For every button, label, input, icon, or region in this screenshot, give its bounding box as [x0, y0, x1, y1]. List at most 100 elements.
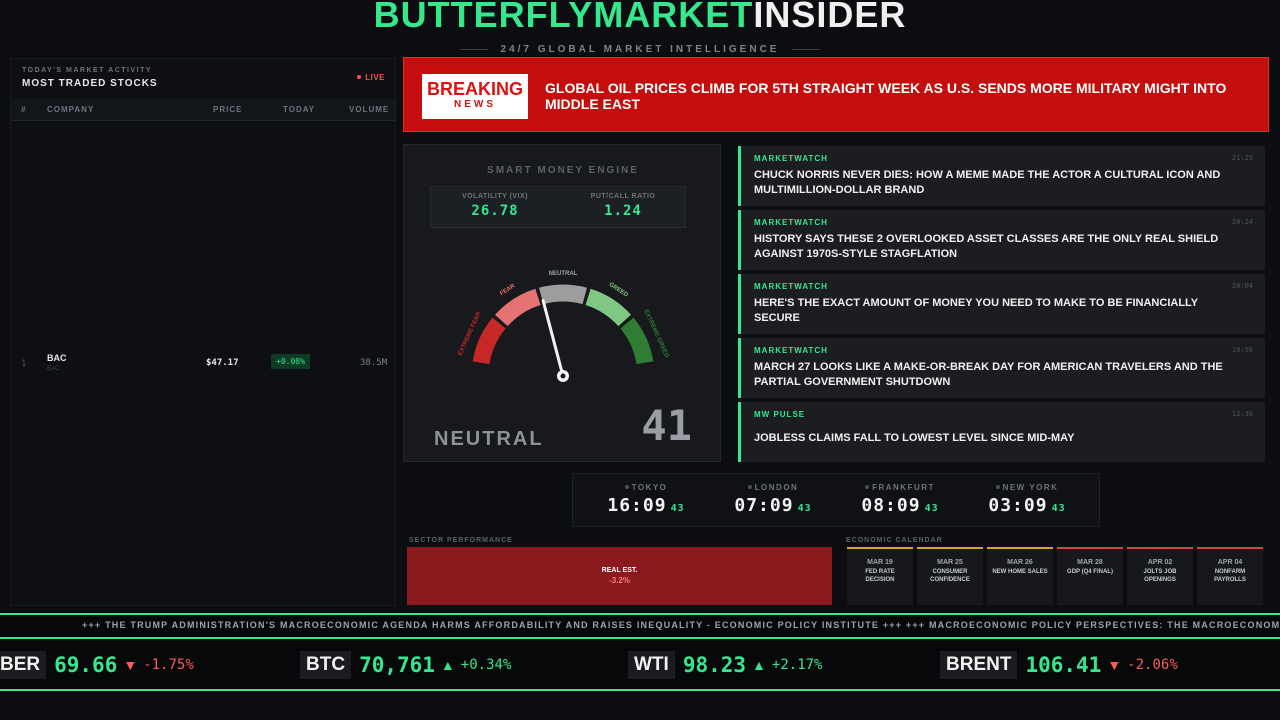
- gauge-reading-label: NEUTRAL: [434, 428, 544, 450]
- calendar-event[interactable]: APR 04 NONFARM PAYROLLS: [1197, 547, 1263, 605]
- brand-logo: BUTTERFLYMARKETINSIDER: [0, 0, 1280, 40]
- sector-tile[interactable]: REAL EST. -3.2%: [407, 547, 832, 605]
- clock-time: 03:09: [988, 495, 1048, 516]
- clock-london: LONDON 07:09 43: [713, 483, 833, 516]
- row-ticker: BAC: [47, 353, 67, 363]
- row-price: $47.17: [206, 358, 239, 368]
- clock-time: 08:09: [861, 495, 921, 516]
- ticker-item[interactable]: BER 69.66 ▼ -1.75%: [0, 651, 194, 681]
- ticker-symbol: BER: [0, 651, 47, 679]
- up-arrow-icon: ▲: [752, 657, 766, 673]
- news-time: 21:29: [1231, 154, 1253, 162]
- calendar-event[interactable]: MAR 26 NEW HOME SALES: [987, 547, 1053, 605]
- live-badge: LIVE: [357, 73, 385, 82]
- clock-tokyo: TOKYO 16:09 43: [586, 483, 706, 516]
- event-date: MAR 28: [1077, 559, 1103, 566]
- row-rank: 1: [21, 359, 27, 369]
- headline-crawl: +++ THE TRUMP ADMINISTRATION'S MACROECON…: [82, 620, 1280, 630]
- news-headline: HERE'S THE EXACT AMOUNT OF MONEY YOU NEE…: [754, 297, 1198, 324]
- down-arrow-icon: ▼: [123, 657, 138, 673]
- brand-part-1: BUTTERFLYMARKET: [373, 0, 754, 35]
- gauge-zone-neutral: [539, 284, 587, 305]
- ticker-change: +0.34%: [460, 657, 512, 673]
- calendar-event[interactable]: APR 02 JOLTS JOB OPENINGS: [1127, 547, 1193, 605]
- pcr-value: 1.24: [604, 203, 642, 219]
- gauge-reading-value: 41: [641, 401, 692, 450]
- calendar-event[interactable]: MAR 25 CONSUMER CONFIDENCE: [917, 547, 983, 605]
- ticker-change: +2.17%: [771, 657, 823, 673]
- news-headline: CHUCK NORRIS NEVER DIES: HOW A MEME MADE…: [754, 169, 1221, 196]
- news-source: MARKETWATCH: [754, 346, 828, 355]
- news-item[interactable]: MARKETWATCH 21:29 CHUCK NORRIS NEVER DIE…: [738, 146, 1265, 206]
- news-time: 19:56: [1231, 346, 1253, 354]
- gauge-zone-greed: [585, 288, 631, 327]
- ticker-item[interactable]: BRENT 106.41 ▼ -2.06%: [940, 651, 1178, 681]
- news-item[interactable]: MW PULSE 12:36 JOBLESS CLAIMS FALL TO LO…: [738, 402, 1265, 462]
- event-date: MAR 26: [1007, 559, 1033, 566]
- ticker-item[interactable]: WTI 98.23 ▲ +2.17%: [628, 651, 822, 681]
- gauge-zone-label: GREED: [608, 282, 630, 299]
- clock-dot-icon: [865, 485, 870, 489]
- vix-metric: VOLATILITY (VIX) 26.78: [431, 193, 559, 219]
- calendar-label: ECONOMIC CALENDAR: [846, 537, 943, 544]
- vix-label: VOLATILITY (VIX): [461, 193, 529, 200]
- table-row[interactable]: 1 BAC BAC $47.17 +0.08% 38.5M: [11, 347, 395, 381]
- event-name: JOLTS JOB OPENINGS: [1143, 569, 1177, 583]
- news-item[interactable]: MARKETWATCH 20:24 HISTORY SAYS THESE 2 O…: [738, 210, 1265, 270]
- ticker-symbol: BRENT: [940, 651, 1018, 679]
- smart-money-gauge-card: SMART MONEY ENGINE VOLATILITY (VIX) 26.7…: [403, 144, 721, 462]
- gauge-dial: EXTREME FEARFEARNEUTRALGREEDEXTREME GREE…: [458, 271, 670, 382]
- gauge-zone-label: FEAR: [499, 283, 517, 297]
- clock-dot-icon: [624, 485, 629, 489]
- clock-seconds: 43: [670, 503, 685, 514]
- col-today: TODAY: [283, 105, 316, 114]
- clock-time: 07:09: [734, 495, 794, 516]
- clock-dot-icon: [747, 485, 752, 489]
- ticker-price: 106.41: [1025, 653, 1102, 677]
- up-arrow-icon: ▲: [440, 657, 455, 673]
- most-traded-panel: TODAY'S MARKET ACTIVITY MOST TRADED STOC…: [10, 58, 396, 606]
- panel-title: MOST TRADED STOCKS: [22, 78, 158, 89]
- news-headline: MARCH 27 LOOKS LIKE A MAKE-OR-BREAK DAY …: [754, 361, 1223, 388]
- col-company: COMPANY: [47, 105, 95, 114]
- clock-dot-icon: [995, 485, 1000, 489]
- breaking-news-banner[interactable]: BREAKING NEWS GLOBAL OIL PRICES CLIMB FO…: [403, 57, 1269, 132]
- clock-seconds: 43: [1051, 503, 1066, 514]
- ticker-price: 70,761: [359, 653, 435, 677]
- tagline: 24/7 GLOBAL MARKET INTELLIGENCE: [400, 44, 880, 56]
- ticker-item[interactable]: BTC 70,761 ▲ +0.34%: [300, 651, 511, 681]
- event-name: GDP (Q4 FINAL): [1067, 569, 1113, 575]
- vix-value: 26.78: [471, 203, 519, 219]
- clock-time: 16:09: [607, 495, 667, 516]
- news-source: MARKETWATCH: [754, 282, 828, 291]
- clock-new-york: NEW YORK 03:09 43: [967, 483, 1087, 516]
- ticker-divider: [0, 637, 1280, 639]
- calendar-event[interactable]: MAR 19 FED RATE DECISION: [847, 547, 913, 605]
- ticker-change: -2.06%: [1127, 657, 1178, 673]
- gauge-zone-label: NEUTRAL: [549, 271, 578, 277]
- calendar-event[interactable]: MAR 28 GDP (Q4 FINAL): [1057, 547, 1123, 605]
- col-rank: #: [21, 105, 27, 114]
- table-header: # COMPANY PRICE TODAY VOLUME: [11, 99, 395, 121]
- breaking-badge-bottom: NEWS: [454, 99, 496, 110]
- news-source: MARKETWATCH: [754, 154, 828, 163]
- news-source: MARKETWATCH: [754, 218, 828, 227]
- row-volume: 38.5M: [360, 358, 388, 368]
- panel-subtitle: TODAY'S MARKET ACTIVITY: [22, 67, 153, 74]
- ticker-change: -1.75%: [143, 657, 194, 673]
- event-name: NONFARM PAYROLLS: [1214, 569, 1246, 583]
- news-item[interactable]: MARKETWATCH 19:56 MARCH 27 LOOKS LIKE A …: [738, 338, 1265, 398]
- news-item[interactable]: MARKETWATCH 20:04 HERE'S THE EXACT AMOUN…: [738, 274, 1265, 334]
- event-date: MAR 19: [867, 559, 893, 566]
- ticker-price: 98.23: [682, 653, 747, 677]
- live-dot-icon: [357, 75, 362, 79]
- breaking-badge-top: BREAKING: [426, 79, 523, 99]
- event-date: APR 04: [1217, 559, 1243, 566]
- clock-frankfurt: FRANKFURT 08:09 43: [840, 483, 960, 516]
- event-date: APR 02: [1147, 559, 1173, 566]
- world-clocks: TOKYO 16:09 43 LONDON 07:09 43 FRANKFURT 0…: [572, 473, 1100, 527]
- news-headline: HISTORY SAYS THESE 2 OVERLOOKED ASSET CL…: [754, 233, 1219, 260]
- sector-change: -3.2%: [609, 576, 630, 585]
- sector-label: SECTOR PERFORMANCE: [409, 537, 513, 544]
- gauge-zone-extreme-greed: [620, 317, 654, 365]
